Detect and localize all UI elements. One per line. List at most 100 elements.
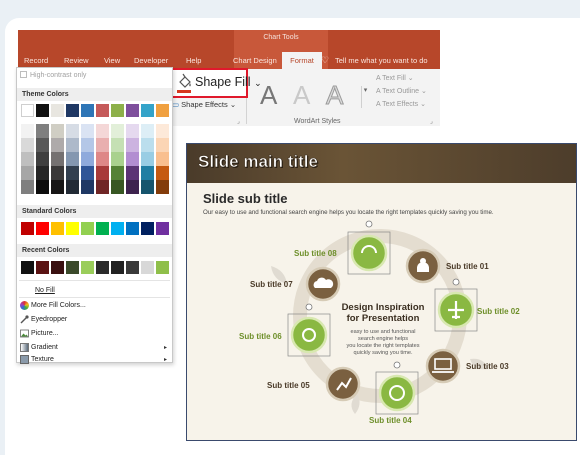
center-title-line2[interactable]: for Presentation: [347, 313, 420, 324]
node-label-08[interactable]: Sub title 08: [294, 249, 337, 258]
node-label-05[interactable]: Sub title 05: [267, 381, 310, 390]
no-fill-item[interactable]: No Fill: [17, 284, 172, 298]
standard-color-swatch-2[interactable]: [36, 222, 49, 235]
theme-shade-swatch[interactable]: [156, 166, 169, 180]
recent-color-swatch-3[interactable]: [51, 261, 64, 274]
high-contrast-toggle[interactable]: High-contrast only: [20, 71, 86, 79]
recent-color-swatch-5[interactable]: [81, 261, 94, 274]
wordart-more-button[interactable]: ▾: [361, 86, 369, 108]
recent-color-swatch-6[interactable]: [96, 261, 109, 274]
wordart-style-1[interactable]: A: [260, 80, 277, 111]
theme-shade-swatch[interactable]: [126, 124, 139, 138]
theme-shade-swatch[interactable]: [111, 138, 124, 152]
theme-shade-swatch[interactable]: [156, 180, 169, 194]
node-08[interactable]: [347, 220, 391, 275]
node-01[interactable]: [405, 248, 441, 284]
theme-shade-swatch[interactable]: [36, 166, 49, 180]
theme-shade-swatch[interactable]: [126, 138, 139, 152]
theme-shade-swatch[interactable]: [36, 124, 49, 138]
theme-shade-swatch[interactable]: [111, 166, 124, 180]
theme-shade-swatch[interactable]: [66, 152, 79, 166]
recent-color-swatch-1[interactable]: [21, 261, 34, 274]
recent-color-swatch-4[interactable]: [66, 261, 79, 274]
theme-shade-swatch[interactable]: [21, 180, 34, 194]
standard-color-swatch-1[interactable]: [21, 222, 34, 235]
theme-shade-swatch[interactable]: [96, 138, 109, 152]
texture-item[interactable]: Texture ▸: [17, 353, 172, 367]
theme-shade-swatch[interactable]: [66, 180, 79, 194]
standard-color-swatch-3[interactable]: [51, 222, 64, 235]
theme-shade-swatch[interactable]: [141, 138, 154, 152]
theme-color-swatch-8[interactable]: [126, 104, 139, 117]
theme-shade-swatch[interactable]: [36, 138, 49, 152]
theme-shade-swatch[interactable]: [51, 166, 64, 180]
theme-shade-swatch[interactable]: [66, 138, 79, 152]
tab-help[interactable]: Help: [186, 56, 201, 65]
theme-shade-swatch[interactable]: [66, 124, 79, 138]
center-body-line4[interactable]: quickly saving you time.: [353, 350, 413, 356]
recent-color-swatch-2[interactable]: [36, 261, 49, 274]
theme-shade-swatch[interactable]: [156, 152, 169, 166]
theme-color-swatch-2[interactable]: [36, 104, 49, 117]
theme-color-swatch-4[interactable]: [66, 104, 79, 117]
theme-color-swatch-7[interactable]: [111, 104, 124, 117]
center-title-line1[interactable]: Design Inspiration: [342, 302, 425, 313]
standard-color-swatch-9[interactable]: [141, 222, 154, 235]
center-body-line1[interactable]: easy to use and functional: [351, 329, 416, 335]
recent-color-swatch-7[interactable]: [111, 261, 124, 274]
theme-shade-swatch[interactable]: [111, 124, 124, 138]
theme-shade-swatch[interactable]: [51, 152, 64, 166]
more-fill-colors-item[interactable]: More Fill Colors...: [17, 299, 172, 313]
recent-color-swatch-9[interactable]: [141, 261, 154, 274]
theme-shade-swatch[interactable]: [81, 152, 94, 166]
node-04[interactable]: [375, 361, 419, 415]
standard-color-swatch-8[interactable]: [126, 222, 139, 235]
rotate-handle[interactable]: [305, 303, 313, 311]
recent-color-swatch-8[interactable]: [126, 261, 139, 274]
node-03[interactable]: [425, 348, 461, 384]
theme-shade-swatch[interactable]: [141, 152, 154, 166]
theme-shade-swatch[interactable]: [141, 124, 154, 138]
standard-color-swatch-5[interactable]: [81, 222, 94, 235]
theme-shade-swatch[interactable]: [156, 138, 169, 152]
theme-shade-swatch[interactable]: [81, 124, 94, 138]
eyedropper-item[interactable]: Eyedropper: [17, 313, 172, 327]
theme-color-swatch-6[interactable]: [96, 104, 109, 117]
theme-shade-swatch[interactable]: [21, 124, 34, 138]
shape-fill-button[interactable]: Shape Fill ⌄: [171, 68, 262, 98]
center-body-line2[interactable]: search engine helps: [358, 336, 408, 342]
theme-shade-swatch[interactable]: [21, 152, 34, 166]
node-label-04[interactable]: Sub title 04: [369, 416, 412, 425]
theme-shade-swatch[interactable]: [156, 124, 169, 138]
theme-shade-swatch[interactable]: [111, 180, 124, 194]
standard-color-swatch-10[interactable]: [156, 222, 169, 235]
node-label-03[interactable]: Sub title 03: [466, 362, 509, 371]
text-fill-button[interactable]: A Text Fill ⌄: [376, 74, 414, 82]
center-body-line3[interactable]: you locate the right templates: [346, 343, 419, 349]
theme-color-swatch-1[interactable]: [21, 104, 34, 117]
rotate-handle[interactable]: [452, 278, 460, 286]
standard-color-swatch-6[interactable]: [96, 222, 109, 235]
shape-effects-button[interactable]: ▭ Shape Effects ⌄: [172, 100, 236, 109]
theme-shade-swatch[interactable]: [96, 124, 109, 138]
slide-canvas[interactable]: Slide main title Slide sub title Our eas…: [186, 143, 577, 441]
recent-color-swatch-10[interactable]: [156, 261, 169, 274]
picture-item[interactable]: Picture...: [17, 327, 172, 341]
wordart-launcher-icon[interactable]: ⌟: [430, 118, 433, 125]
theme-shade-swatch[interactable]: [36, 180, 49, 194]
theme-shade-swatch[interactable]: [96, 180, 109, 194]
node-label-07[interactable]: Sub title 07: [250, 280, 293, 289]
node-label-01[interactable]: Sub title 01: [446, 262, 489, 271]
theme-shade-swatch[interactable]: [81, 180, 94, 194]
theme-shade-swatch[interactable]: [111, 152, 124, 166]
rotate-handle[interactable]: [365, 220, 373, 228]
theme-shade-swatch[interactable]: [126, 166, 139, 180]
tab-chart-design[interactable]: Chart Design: [233, 56, 277, 65]
text-effects-button[interactable]: A Text Effects ⌄: [376, 100, 426, 108]
shape-styles-launcher-icon[interactable]: ⌟: [237, 118, 240, 125]
theme-shade-swatch[interactable]: [51, 138, 64, 152]
theme-shade-swatch[interactable]: [81, 138, 94, 152]
theme-shade-swatch[interactable]: [51, 124, 64, 138]
standard-color-swatch-7[interactable]: [111, 222, 124, 235]
theme-color-swatch-3[interactable]: [51, 104, 64, 117]
